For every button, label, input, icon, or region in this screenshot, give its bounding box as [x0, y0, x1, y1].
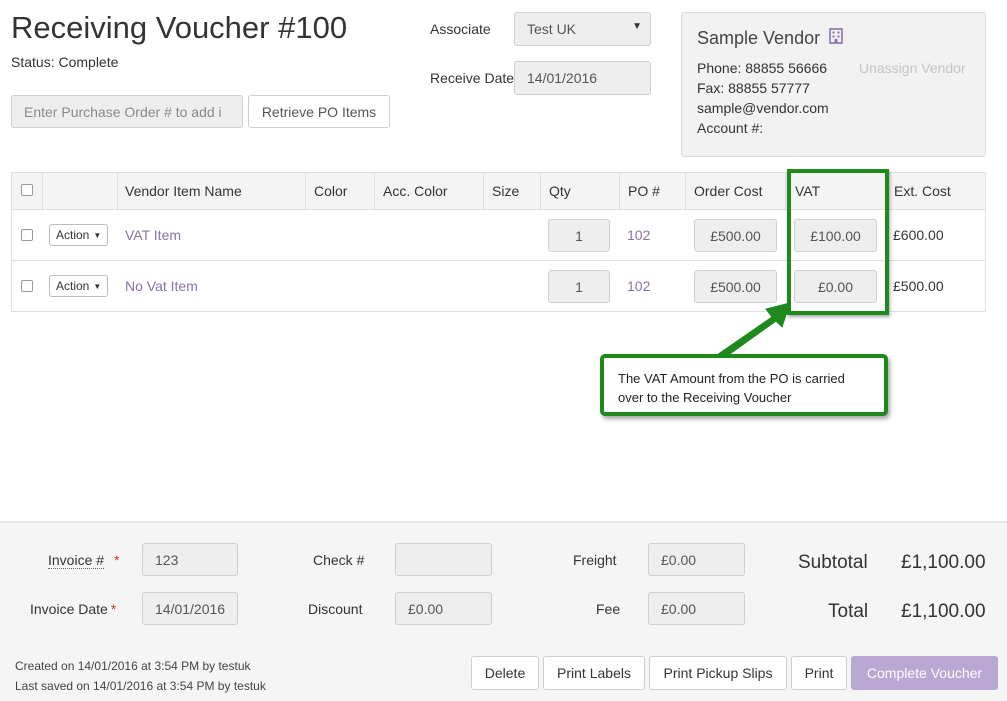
vendor-fax: Fax: 88855 57777 — [697, 80, 810, 96]
column-header[interactable]: Vendor Item Name — [125, 183, 242, 199]
required-mark: * — [113, 552, 120, 568]
unassign-vendor-link[interactable]: Unassign Vendor — [859, 60, 966, 76]
required-mark: * — [110, 601, 117, 617]
caret-down-icon: ▼ — [93, 281, 102, 291]
vendor-account: Account #: — [697, 120, 764, 136]
freight-input[interactable]: £0.00 — [648, 543, 745, 576]
invoice-number-label: Invoice # * — [48, 552, 120, 569]
select-all-checkbox[interactable] — [21, 184, 33, 196]
column-header[interactable]: PO # — [628, 183, 660, 199]
column-header[interactable]: Color — [314, 183, 347, 199]
action-label: Action — [56, 228, 90, 242]
associate-value: Test UK — [527, 21, 577, 37]
saved-info: Last saved on 14/01/2016 at 3:54 PM by t… — [15, 679, 266, 693]
column-header[interactable]: Qty — [549, 183, 571, 199]
invoice-date-label: Invoice Date * — [30, 601, 116, 617]
action-label: Action — [56, 279, 90, 293]
po-number-link[interactable]: 102 — [627, 227, 650, 243]
invoice-date-input[interactable]: 14/01/2016 — [142, 592, 238, 625]
ext-cost-value: £600.00 — [893, 227, 944, 243]
discount-label: Discount — [308, 601, 363, 617]
footer-panel: Invoice # * 123 Invoice Date * 14/01/2016… — [0, 521, 1007, 701]
print-button[interactable]: Print — [791, 656, 847, 690]
invoice-number-label-text: Invoice # — [48, 552, 105, 569]
caret-down-icon: ▼ — [93, 230, 102, 240]
qty-input[interactable]: 1 — [548, 219, 610, 252]
item-name-link[interactable]: No Vat Item — [125, 278, 198, 294]
print-labels-button[interactable]: Print Labels — [543, 656, 645, 690]
associate-select[interactable]: Test UK ▼ — [514, 12, 651, 46]
vendor-email-link[interactable]: sample@vendor.com — [697, 100, 829, 116]
page-title: Receiving Voucher #100 — [11, 10, 348, 45]
check-number-label: Check # — [313, 552, 365, 568]
fee-input[interactable]: £0.00 — [648, 592, 745, 625]
status-text: Status: Complete — [11, 54, 119, 70]
subtotal-value: £1,100.00 — [901, 552, 986, 573]
column-header[interactable]: Order Cost — [694, 183, 762, 199]
building-icon[interactable] — [829, 28, 843, 49]
retrieve-po-items-button[interactable]: Retrieve PO Items — [248, 95, 390, 128]
check-number-input[interactable] — [395, 543, 492, 576]
subtotal-label: Subtotal — [798, 552, 868, 573]
receive-date-label: Receive Date — [430, 70, 515, 86]
invoice-date-label-text: Invoice Date — [30, 601, 108, 617]
column-header[interactable]: Ext. Cost — [894, 183, 951, 199]
vendor-name: Sample Vendor — [697, 28, 821, 48]
row-checkbox[interactable] — [21, 229, 33, 241]
print-pickup-slips-button[interactable]: Print Pickup Slips — [649, 656, 787, 690]
associate-label: Associate — [430, 21, 491, 37]
po-number-input[interactable]: Enter Purchase Order # to add i — [11, 95, 243, 128]
annotation-callout: The VAT Amount from the PO is carried ov… — [600, 354, 888, 416]
receive-date-input[interactable]: 14/01/2016 — [514, 61, 651, 95]
total-value: £1,100.00 — [901, 601, 986, 622]
vendor-phone: Phone: 88855 56666 — [697, 60, 828, 76]
action-dropdown[interactable]: Action ▼ — [49, 275, 109, 297]
vendor-panel: Sample Vendor Phone: 88855 56666 Fax: 88… — [681, 12, 986, 157]
column-header[interactable]: Acc. Color — [383, 183, 448, 199]
complete-voucher-button[interactable]: Complete Voucher — [851, 656, 998, 690]
row-checkbox[interactable] — [21, 280, 33, 292]
invoice-number-input[interactable]: 123 — [142, 543, 238, 576]
fee-label: Fee — [596, 601, 621, 617]
qty-input[interactable]: 1 — [548, 270, 610, 303]
freight-label: Freight — [573, 552, 617, 568]
discount-input[interactable]: £0.00 — [395, 592, 492, 625]
order-cost-input[interactable]: £500.00 — [694, 219, 777, 252]
total-label: Total — [828, 601, 869, 622]
item-name-link[interactable]: VAT Item — [125, 227, 181, 243]
column-header[interactable]: Size — [492, 183, 519, 199]
created-info: Created on 14/01/2016 at 3:54 PM by test… — [15, 659, 251, 673]
po-number-link[interactable]: 102 — [627, 278, 650, 294]
delete-button[interactable]: Delete — [471, 656, 539, 690]
ext-cost-value: £500.00 — [893, 278, 944, 294]
vendor-name-row: Sample Vendor — [697, 28, 843, 49]
action-dropdown[interactable]: Action ▼ — [49, 224, 109, 246]
caret-down-icon: ▼ — [632, 21, 642, 32]
vat-column-highlight — [787, 169, 889, 315]
